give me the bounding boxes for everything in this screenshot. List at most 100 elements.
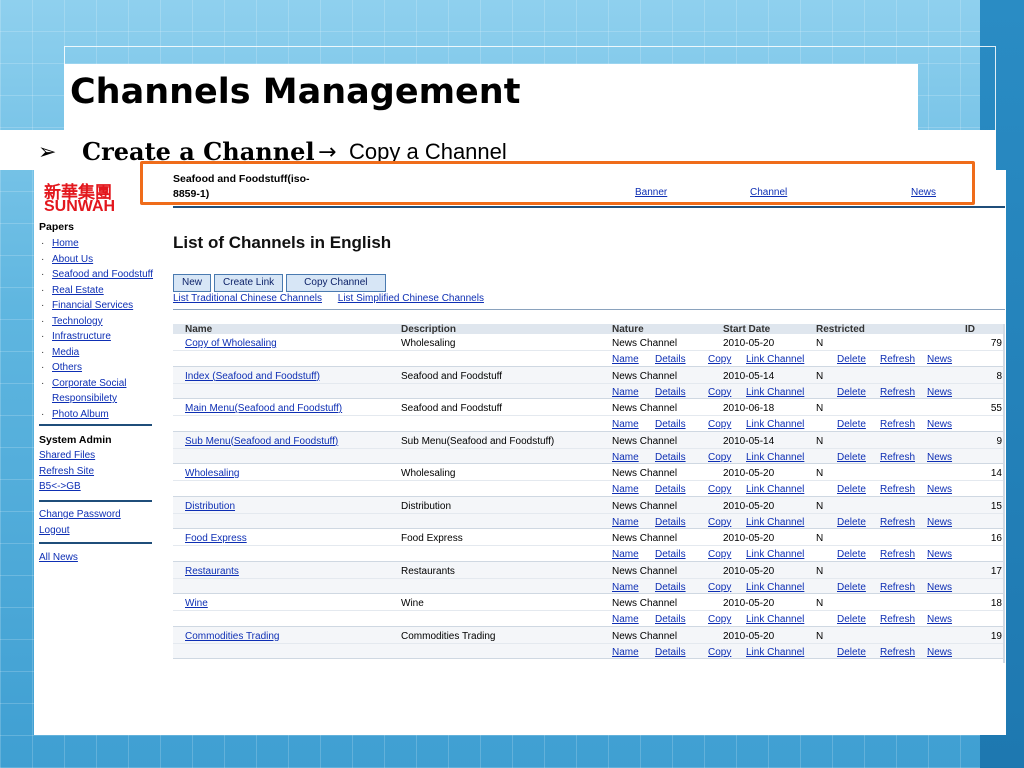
nav-channel-link[interactable]: Channel	[750, 187, 787, 198]
details-link[interactable]: Details	[655, 452, 686, 463]
copy-link[interactable]: Copy	[708, 517, 731, 528]
sidebar-item-others[interactable]: Others	[39, 360, 153, 376]
all-news-link[interactable]: All News	[39, 552, 78, 563]
refresh-link[interactable]: Refresh	[880, 354, 915, 365]
sidebar-item-about-us[interactable]: About Us	[39, 252, 153, 268]
copy-link[interactable]: Copy	[708, 549, 731, 560]
refresh-link[interactable]: Refresh	[880, 452, 915, 463]
details-link[interactable]: Details	[655, 647, 686, 658]
shared-files-link[interactable]: Shared Files	[39, 450, 95, 461]
sidebar-item-infrastructure[interactable]: Infrastructure	[39, 329, 153, 345]
refresh-link[interactable]: Refresh	[880, 387, 915, 398]
details-link[interactable]: Details	[655, 614, 686, 625]
link-channel-link[interactable]: Link Channel	[746, 387, 804, 398]
copy-link[interactable]: Copy	[708, 354, 731, 365]
news-link[interactable]: News	[927, 419, 952, 430]
new-button[interactable]: New	[173, 274, 212, 292]
link-channel-link[interactable]: Link Channel	[746, 354, 804, 365]
refresh-link[interactable]: Refresh	[880, 484, 915, 495]
news-link[interactable]: News	[927, 647, 952, 658]
simplified-chinese-link[interactable]: List Simplified Chinese Channels	[338, 293, 484, 304]
sidebar-link[interactable]: Others	[52, 362, 82, 373]
link-channel-link[interactable]: Link Channel	[746, 614, 804, 625]
copy-link[interactable]: Copy	[708, 582, 731, 593]
sidebar-link[interactable]: Photo Album	[52, 409, 109, 420]
channel-name-link[interactable]: Main Menu(Seafood and Foodstuff)	[185, 403, 342, 414]
refresh-link[interactable]: Refresh	[880, 647, 915, 658]
sidebar-link[interactable]: Financial Services	[52, 300, 133, 311]
news-link[interactable]: News	[927, 549, 952, 560]
delete-link[interactable]: Delete	[837, 517, 866, 528]
details-link[interactable]: Details	[655, 484, 686, 495]
channel-name-link[interactable]: Copy of Wholesaling	[185, 338, 277, 349]
link-channel-link[interactable]: Link Channel	[746, 647, 804, 658]
link-channel-link[interactable]: Link Channel	[746, 517, 804, 528]
channel-name-link[interactable]: Wine	[185, 598, 208, 609]
name-link[interactable]: Name	[612, 419, 639, 430]
details-link[interactable]: Details	[655, 549, 686, 560]
copy-link[interactable]: Copy	[708, 387, 731, 398]
delete-link[interactable]: Delete	[837, 614, 866, 625]
copy-link[interactable]: Copy	[708, 484, 731, 495]
copy-link[interactable]: Copy	[708, 419, 731, 430]
sidebar-link[interactable]: Corporate Social	[52, 376, 153, 392]
delete-link[interactable]: Delete	[837, 549, 866, 560]
name-link[interactable]: Name	[612, 354, 639, 365]
details-link[interactable]: Details	[655, 517, 686, 528]
delete-link[interactable]: Delete	[837, 452, 866, 463]
sidebar-item-technology[interactable]: Technology	[39, 314, 153, 330]
delete-link[interactable]: Delete	[837, 582, 866, 593]
delete-link[interactable]: Delete	[837, 387, 866, 398]
sidebar-item-financial[interactable]: Financial Services	[39, 298, 153, 314]
name-link[interactable]: Name	[612, 484, 639, 495]
sidebar-item-seafood[interactable]: Seafood and Foodstuff	[39, 267, 153, 283]
details-link[interactable]: Details	[655, 387, 686, 398]
link-channel-link[interactable]: Link Channel	[746, 582, 804, 593]
channel-name-link[interactable]: Food Express	[185, 533, 247, 544]
traditional-chinese-link[interactable]: List Traditional Chinese Channels	[173, 293, 322, 304]
details-link[interactable]: Details	[655, 582, 686, 593]
name-link[interactable]: Name	[612, 582, 639, 593]
link-channel-link[interactable]: Link Channel	[746, 484, 804, 495]
channel-name-link[interactable]: Sub Menu(Seafood and Foodstuff)	[185, 436, 338, 447]
channel-name-link[interactable]: Distribution	[185, 501, 235, 512]
nav-banner-link[interactable]: Banner	[635, 187, 667, 198]
news-link[interactable]: News	[927, 517, 952, 528]
link-channel-link[interactable]: Link Channel	[746, 419, 804, 430]
change-password-link[interactable]: Change Password	[39, 509, 121, 520]
copy-link[interactable]: Copy	[708, 647, 731, 658]
channel-name-link[interactable]: Restaurants	[185, 566, 239, 577]
name-link[interactable]: Name	[612, 517, 639, 528]
details-link[interactable]: Details	[655, 419, 686, 430]
sidebar-link[interactable]: Home	[52, 238, 79, 249]
refresh-link[interactable]: Refresh	[880, 419, 915, 430]
news-link[interactable]: News	[927, 484, 952, 495]
sidebar-link[interactable]: Media	[52, 347, 79, 358]
sidebar-item-photo-album[interactable]: Photo Album	[39, 407, 153, 423]
channel-name-link[interactable]: Commodities Trading	[185, 631, 279, 642]
sidebar-link[interactable]: About Us	[52, 254, 93, 265]
delete-link[interactable]: Delete	[837, 419, 866, 430]
nav-news-link[interactable]: News	[911, 187, 936, 198]
refresh-link[interactable]: Refresh	[880, 614, 915, 625]
delete-link[interactable]: Delete	[837, 354, 866, 365]
name-link[interactable]: Name	[612, 614, 639, 625]
refresh-link[interactable]: Refresh	[880, 517, 915, 528]
channel-name-link[interactable]: Wholesaling	[185, 468, 239, 479]
news-link[interactable]: News	[927, 387, 952, 398]
refresh-link[interactable]: Refresh	[880, 582, 915, 593]
copy-channel-button[interactable]: Copy Channel	[286, 274, 386, 292]
details-link[interactable]: Details	[655, 354, 686, 365]
sidebar-link[interactable]: Seafood and Foodstuff	[52, 269, 153, 280]
name-link[interactable]: Name	[612, 387, 639, 398]
link-channel-link[interactable]: Link Channel	[746, 549, 804, 560]
b5-gb-link[interactable]: B5<->GB	[39, 481, 81, 492]
sidebar-item-corporate-social[interactable]: Corporate Social Responsibilety	[39, 376, 153, 407]
sidebar-link[interactable]: Responsibilety	[52, 391, 153, 407]
name-link[interactable]: Name	[612, 452, 639, 463]
sidebar-item-media[interactable]: Media	[39, 345, 153, 361]
copy-link[interactable]: Copy	[708, 614, 731, 625]
sidebar-item-real-estate[interactable]: Real Estate	[39, 283, 153, 299]
name-link[interactable]: Name	[612, 647, 639, 658]
sidebar-link[interactable]: Technology	[52, 316, 103, 327]
